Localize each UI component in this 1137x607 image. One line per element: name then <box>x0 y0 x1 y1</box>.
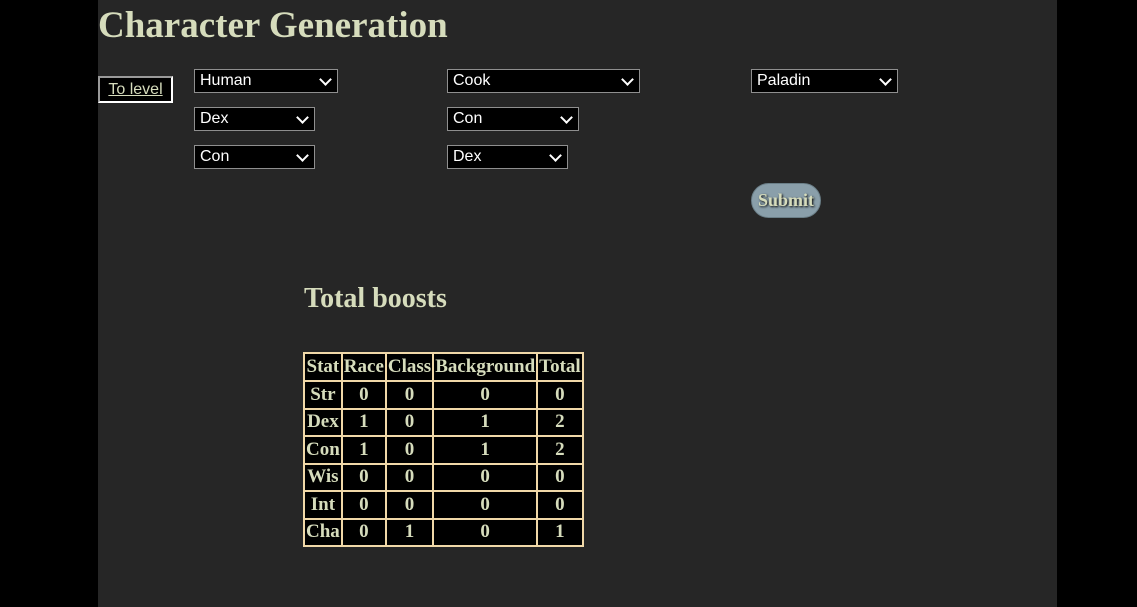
page-title: Character Generation <box>98 5 448 46</box>
race-select[interactable]: Human <box>194 69 338 93</box>
background-value: 0 <box>433 518 538 546</box>
race-boost-2-value: Con <box>200 148 230 165</box>
class-value: 0 <box>385 408 434 436</box>
class-select-value: Paladin <box>757 72 811 89</box>
table-row: Int 0 0 0 0 <box>304 491 583 519</box>
column-header-total: Total <box>537 353 583 381</box>
column-header-stat: Stat <box>304 353 342 381</box>
column-header-background: Background <box>433 353 538 381</box>
class-value: 0 <box>385 381 434 409</box>
submit-button[interactable]: Submit <box>751 183 821 218</box>
race-value: 0 <box>341 491 386 519</box>
stat-name: Int <box>304 491 342 519</box>
column-header-class: Class <box>385 353 434 381</box>
total-value: 2 <box>537 436 583 464</box>
total-value: 0 <box>537 491 583 519</box>
background-value: 1 <box>433 408 538 436</box>
table-row: Cha 0 1 0 1 <box>304 518 583 546</box>
table-header-row: Stat Race Class Background Total <box>304 353 583 381</box>
background-select[interactable]: Cook <box>447 69 640 93</box>
class-select[interactable]: Paladin <box>751 69 898 93</box>
race-value: 0 <box>341 518 386 546</box>
background-value: 0 <box>433 491 538 519</box>
main-panel: Character Generation To level Human Cook… <box>98 0 1057 607</box>
chevron-down-icon <box>296 110 309 124</box>
chevron-down-icon <box>296 148 309 162</box>
stat-name: Str <box>304 381 342 409</box>
chevron-down-icon <box>319 72 332 86</box>
background-value: 0 <box>433 463 538 491</box>
boosts-table: Stat Race Class Background Total Str 0 0… <box>303 352 584 547</box>
race-value: 1 <box>341 408 386 436</box>
class-value: 0 <box>385 436 434 464</box>
class-value: 0 <box>385 463 434 491</box>
table-row: Wis 0 0 0 0 <box>304 463 583 491</box>
class-value: 0 <box>385 491 434 519</box>
race-select-value: Human <box>200 72 252 89</box>
total-value: 0 <box>537 381 583 409</box>
chevron-down-icon <box>879 72 892 86</box>
stat-name: Wis <box>304 463 342 491</box>
chevron-down-icon <box>560 110 573 124</box>
background-boost-2-value: Dex <box>453 148 482 165</box>
race-value: 0 <box>341 463 386 491</box>
background-value: 0 <box>433 381 538 409</box>
race-boost-2-select[interactable]: Con <box>194 145 315 169</box>
background-value: 1 <box>433 436 538 464</box>
table-row: Con 1 0 1 2 <box>304 436 583 464</box>
table-row: Str 0 0 0 0 <box>304 381 583 409</box>
race-boost-1-value: Dex <box>200 110 229 127</box>
to-level-button[interactable]: To level <box>98 76 173 103</box>
background-boost-2-select[interactable]: Dex <box>447 145 568 169</box>
stat-name: Dex <box>304 408 342 436</box>
background-boost-1-select[interactable]: Con <box>447 107 579 131</box>
total-boosts-heading: Total boosts <box>304 283 447 314</box>
background-select-value: Cook <box>453 72 491 89</box>
race-value: 1 <box>341 436 386 464</box>
stat-name: Cha <box>304 518 342 546</box>
race-value: 0 <box>341 381 386 409</box>
chevron-down-icon <box>621 72 634 86</box>
total-value: 0 <box>537 463 583 491</box>
total-value: 1 <box>537 518 583 546</box>
total-value: 2 <box>537 408 583 436</box>
column-header-race: Race <box>341 353 386 381</box>
stat-name: Con <box>304 436 342 464</box>
class-value: 1 <box>385 518 434 546</box>
table-row: Dex 1 0 1 2 <box>304 408 583 436</box>
race-boost-1-select[interactable]: Dex <box>194 107 315 131</box>
chevron-down-icon <box>549 148 562 162</box>
background-boost-1-value: Con <box>453 110 483 127</box>
